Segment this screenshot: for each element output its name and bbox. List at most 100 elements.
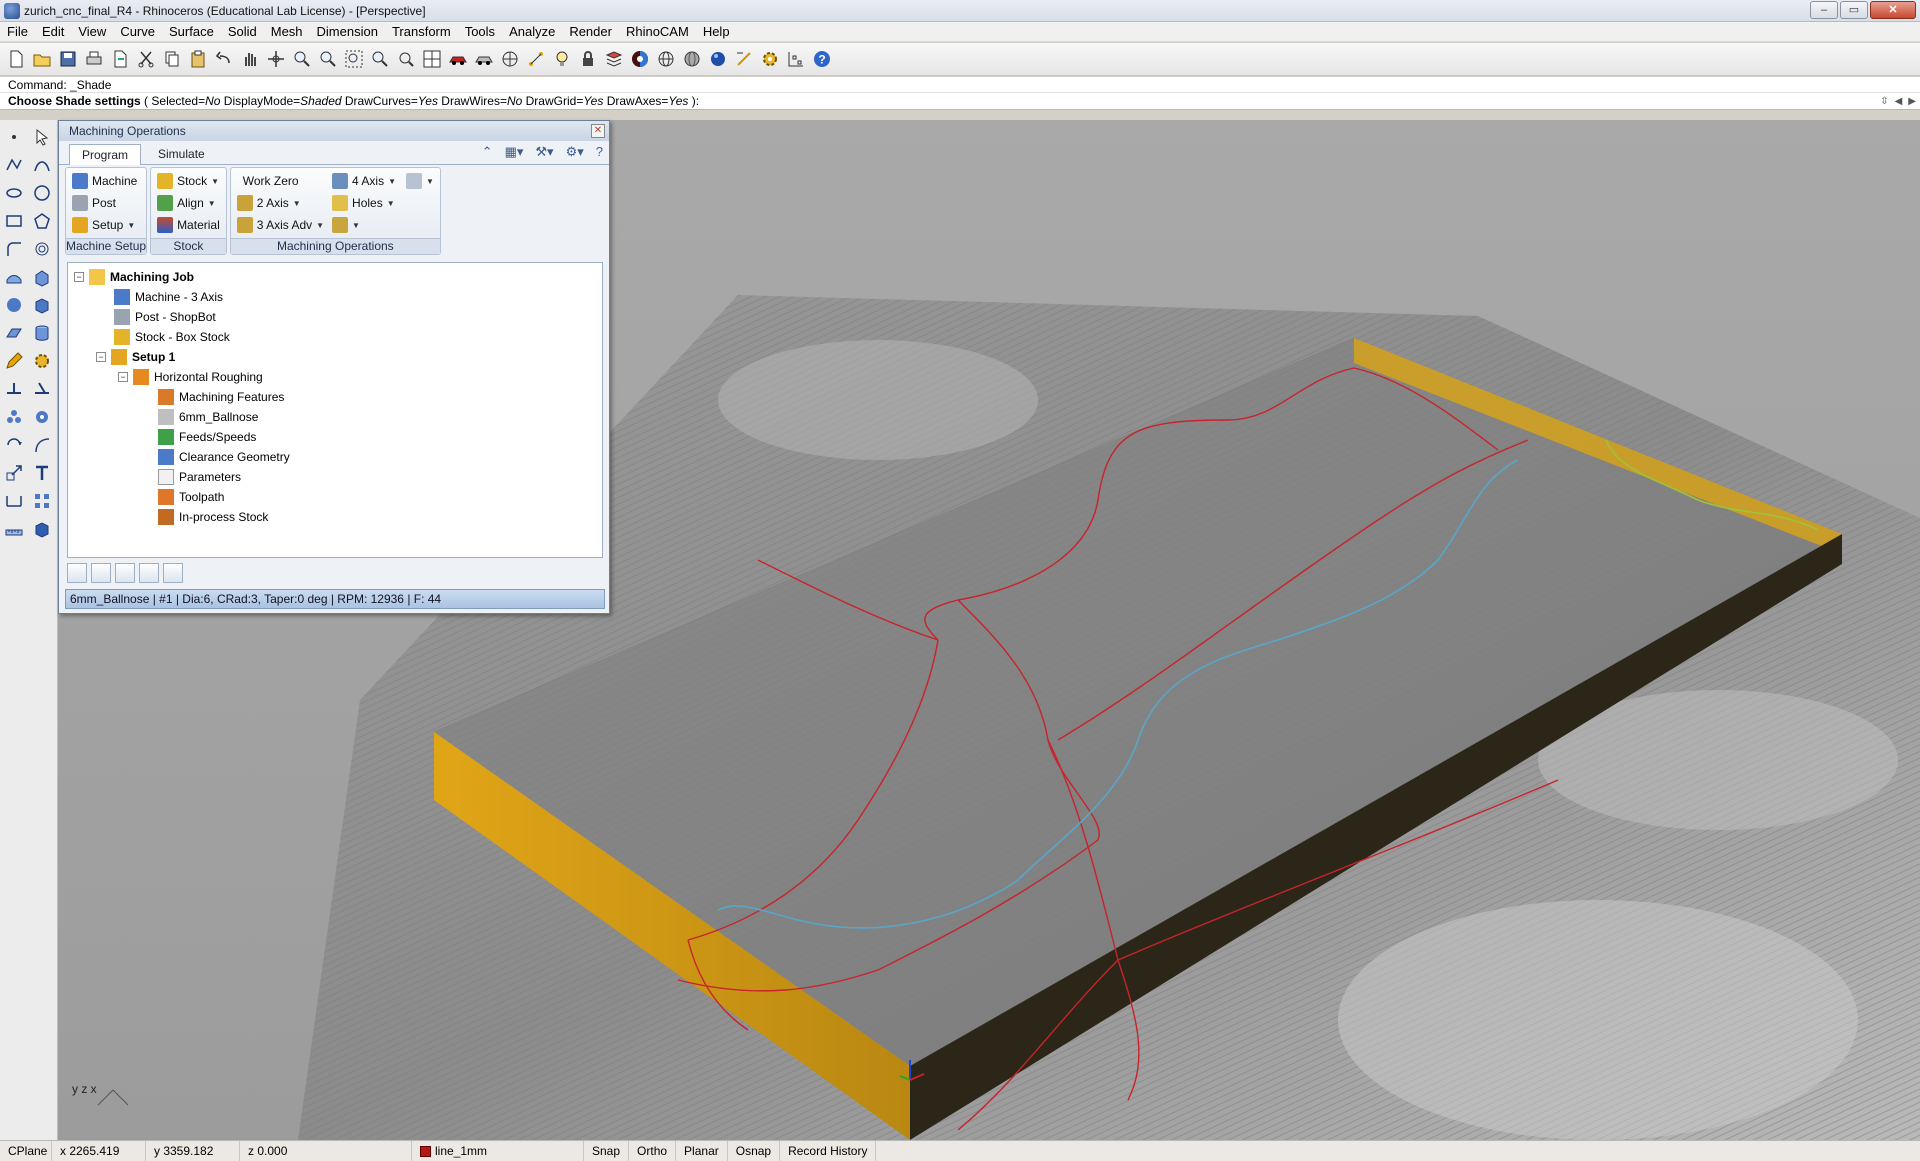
tree-machine[interactable]: Machine - 3 Axis: [74, 287, 602, 307]
post-button[interactable]: Post: [72, 193, 137, 213]
close-button[interactable]: ✕: [1870, 1, 1916, 19]
select-arrow-icon[interactable]: [29, 124, 55, 150]
gear-tool-icon[interactable]: [29, 348, 55, 374]
menu-file[interactable]: File: [0, 22, 35, 42]
grid-snap-icon[interactable]: [784, 47, 808, 71]
explode-icon[interactable]: [29, 404, 55, 430]
new-file-icon[interactable]: [4, 47, 28, 71]
surface-icon[interactable]: [1, 264, 27, 290]
help-icon[interactable]: ?: [810, 47, 834, 71]
ruler-icon[interactable]: [1, 516, 27, 542]
maximize-button[interactable]: ▭: [1840, 1, 1868, 19]
cylinder-icon[interactable]: [29, 320, 55, 346]
tab-simulate[interactable]: Simulate: [145, 143, 218, 164]
light-bulb-icon[interactable]: [550, 47, 574, 71]
polyline-icon[interactable]: [1, 152, 27, 178]
scroll-right-icon[interactable]: ▶: [1908, 93, 1916, 110]
menu-tools[interactable]: Tools: [458, 22, 502, 42]
holes-button[interactable]: Holes ▼: [332, 193, 434, 213]
tree-setup[interactable]: − Setup 1: [74, 347, 602, 367]
cplane-icon[interactable]: [498, 47, 522, 71]
copy-icon[interactable]: [160, 47, 184, 71]
zoom-icon[interactable]: [290, 47, 314, 71]
layer-icon[interactable]: [602, 47, 626, 71]
tools-icon[interactable]: ⚒▾: [535, 144, 553, 160]
tree-stock[interactable]: Stock - Box Stock: [74, 327, 602, 347]
fillet-icon[interactable]: [1, 236, 27, 262]
menu-surface[interactable]: Surface: [162, 22, 221, 42]
two-axis-button[interactable]: 2 Axis ▼: [236, 193, 324, 213]
shaded-car-icon[interactable]: [472, 47, 496, 71]
four-axis-button[interactable]: 4 Axis ▼ ▼: [332, 171, 434, 191]
trim-icon[interactable]: [29, 376, 55, 402]
command-prompt[interactable]: Choose Shade settings ( Selected=No Disp…: [0, 93, 1920, 110]
ortho-toggle[interactable]: Ortho: [629, 1140, 677, 1161]
menu-mesh[interactable]: Mesh: [264, 22, 310, 42]
tree-operation[interactable]: − Horizontal Roughing: [74, 367, 602, 387]
snap-points-icon[interactable]: [524, 47, 548, 71]
tree-child[interactable]: Parameters: [74, 467, 602, 487]
option-displaymode[interactable]: DisplayMode=Shaded: [224, 94, 342, 108]
work-zero-button[interactable]: Work Zero: [237, 171, 324, 191]
tree-child[interactable]: Feeds/Speeds: [74, 427, 602, 447]
extrude-icon[interactable]: [29, 264, 55, 290]
tree-post[interactable]: Post - ShopBot: [74, 307, 602, 327]
zoom-window-icon[interactable]: [316, 47, 340, 71]
polygon-icon[interactable]: [29, 208, 55, 234]
current-layer[interactable]: line_1mm: [412, 1140, 584, 1161]
point-icon[interactable]: [1, 124, 27, 150]
car-render-icon[interactable]: [446, 47, 470, 71]
import-icon[interactable]: [108, 47, 132, 71]
options-gear-icon[interactable]: [758, 47, 782, 71]
offset-icon[interactable]: [29, 236, 55, 262]
shaded-sphere-icon[interactable]: [680, 47, 704, 71]
split-icon[interactable]: [1, 376, 27, 402]
three-axis-adv-button[interactable]: 3 Axis Adv ▼: [236, 215, 324, 235]
zoom-selected-icon[interactable]: [368, 47, 392, 71]
circle-icon[interactable]: [29, 180, 55, 206]
minimize-button[interactable]: –: [1810, 1, 1838, 19]
rendered-sphere-icon[interactable]: [706, 47, 730, 71]
save-icon[interactable]: [56, 47, 80, 71]
collapse-toggle[interactable]: −: [96, 352, 106, 362]
material-button[interactable]: Material: [157, 215, 220, 235]
scale-icon[interactable]: [1, 460, 27, 486]
tree-child[interactable]: Machining Features: [74, 387, 602, 407]
option-drawwires[interactable]: DrawWires=No: [441, 94, 522, 108]
panel-close-icon[interactable]: ✕: [591, 124, 605, 138]
machine-button[interactable]: Machine: [72, 171, 137, 191]
tab-program[interactable]: Program: [69, 144, 142, 165]
pan-hand-icon[interactable]: [238, 47, 262, 71]
tree-child[interactable]: In-process Stock: [74, 507, 602, 527]
cplane-label[interactable]: CPlane: [0, 1140, 52, 1161]
option-drawcurves[interactable]: DrawCurves=Yes: [345, 94, 438, 108]
tree-child[interactable]: Clearance Geometry: [74, 447, 602, 467]
paste-icon[interactable]: [186, 47, 210, 71]
sphere-icon[interactable]: [1, 292, 27, 318]
menu-curve[interactable]: Curve: [113, 22, 162, 42]
simulate-icon[interactable]: [91, 563, 111, 583]
open-folder-icon[interactable]: [30, 47, 54, 71]
option-selected[interactable]: Selected=No: [151, 94, 220, 108]
stock-button[interactable]: Stock ▼: [157, 171, 220, 191]
rectangle-icon[interactable]: [1, 208, 27, 234]
tools-dropdown-button[interactable]: ▼: [332, 215, 434, 235]
plane-icon[interactable]: [1, 320, 27, 346]
dimension-tool-icon[interactable]: [1, 488, 27, 514]
menu-analyze[interactable]: Analyze: [502, 22, 562, 42]
zoom-extents-icon[interactable]: [342, 47, 366, 71]
ellipse-icon[interactable]: [1, 180, 27, 206]
tree-child[interactable]: Toolpath: [74, 487, 602, 507]
group-icon[interactable]: [1, 404, 27, 430]
align-button[interactable]: Align ▼: [157, 193, 220, 213]
undo-view-icon[interactable]: [394, 47, 418, 71]
view-options-icon[interactable]: ▦▾: [505, 144, 524, 160]
planar-toggle[interactable]: Planar: [676, 1140, 728, 1161]
record-history-toggle[interactable]: Record History: [780, 1140, 877, 1161]
menu-rhinocam[interactable]: RhinoCAM: [619, 22, 696, 42]
collapse-toggle[interactable]: −: [74, 272, 84, 282]
undo-icon[interactable]: [212, 47, 236, 71]
menu-transform[interactable]: Transform: [385, 22, 458, 42]
rotate-view-icon[interactable]: [264, 47, 288, 71]
menu-view[interactable]: View: [71, 22, 113, 42]
